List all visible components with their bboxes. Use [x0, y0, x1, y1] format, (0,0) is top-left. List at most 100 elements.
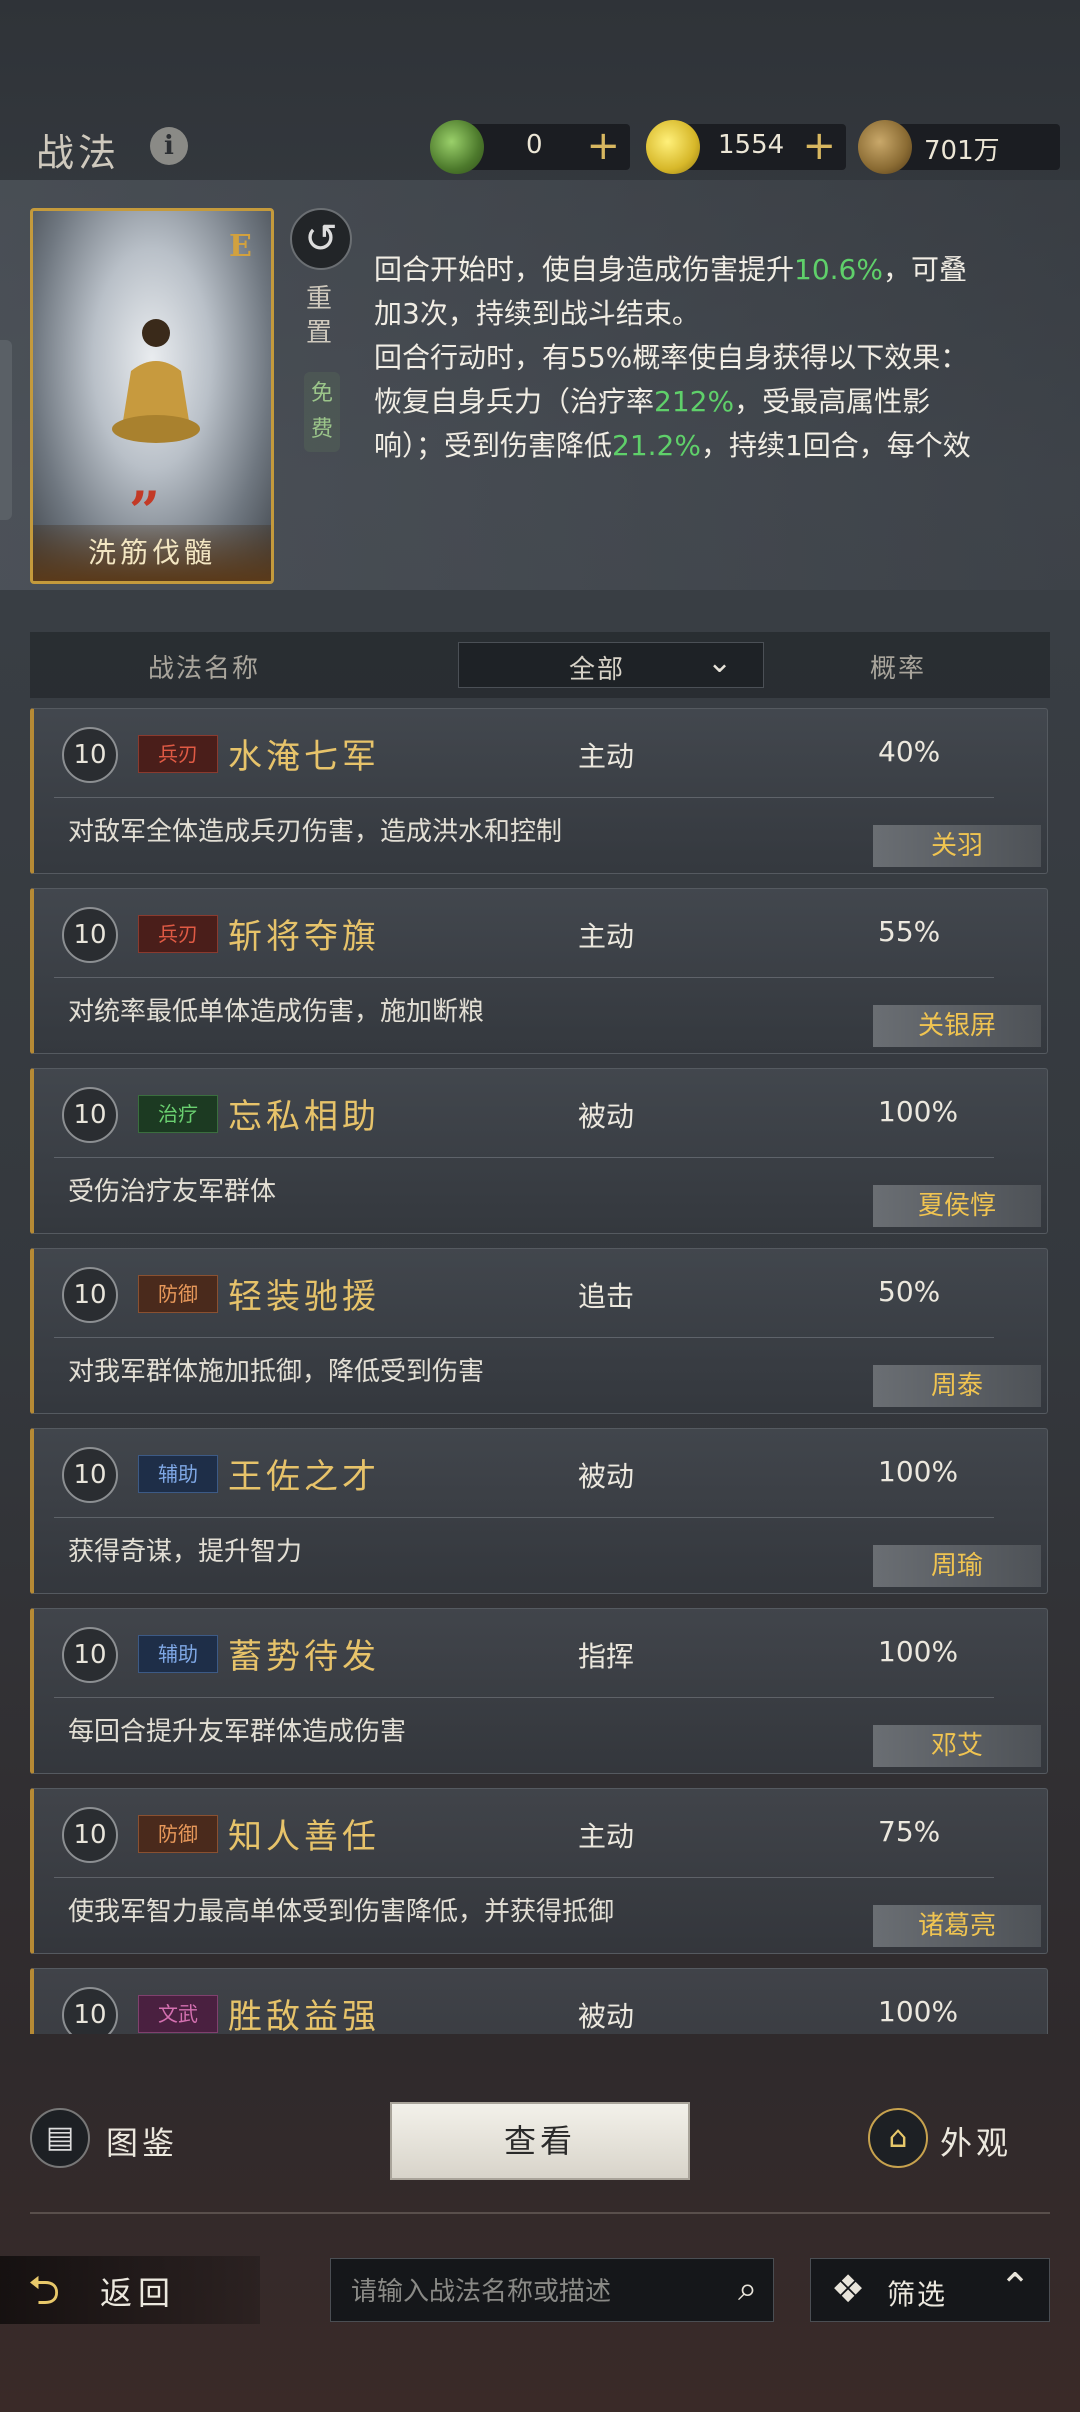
skill-type: 主动: [578, 1820, 635, 1853]
skill-row[interactable]: 10 治疗 忘私相助 被动 100% 受伤治疗友军群体 夏侯惇: [30, 1068, 1048, 1234]
skill-name: 忘私相助: [228, 1097, 380, 1137]
skill-row[interactable]: 10 防御 知人善任 主动 75% 使我军智力最高单体受到伤害降低，并获得抵御 诸葛亮: [30, 1788, 1048, 1954]
chevron-down-icon: ⌄: [707, 645, 733, 680]
atlas-icon[interactable]: ▤: [30, 2108, 90, 2168]
skill-rate: 100%: [878, 1455, 959, 1488]
skill-summary: 获得奇谋，提升智力: [68, 1537, 303, 1567]
add-jade-button[interactable]: +: [586, 124, 620, 168]
side-tab-handle[interactable]: [0, 340, 12, 520]
skill-summary: 受伤治疗友军群体: [68, 1177, 277, 1207]
skill-type: 主动: [578, 740, 635, 773]
skill-name: 王佐之才: [228, 1457, 380, 1497]
resource-value: 0: [526, 130, 543, 160]
skill-row[interactable]: 10 辅助 王佐之才 被动 100% 获得奇谋，提升智力 周瑜: [30, 1428, 1048, 1594]
back-arrow-icon: ⮌: [28, 2268, 61, 2314]
skill-category-tag: 辅助: [138, 1635, 218, 1673]
appearance-button[interactable]: 外观: [940, 2118, 1012, 2164]
back-button[interactable]: ⮌ 返回: [0, 2256, 260, 2324]
skill-level: 10: [62, 727, 118, 783]
pavilion-icon[interactable]: ⌂: [868, 2108, 928, 2168]
atlas-button[interactable]: 图鉴: [106, 2118, 178, 2164]
skill-type-badge: E: [229, 229, 252, 264]
skill-row[interactable]: 10 兵刃 斩将夺旗 主动 55% 对统率最低单体造成伤害，施加断粮 关银屏: [30, 888, 1048, 1054]
search-input[interactable]: [351, 2271, 711, 2311]
view-button[interactable]: 查看: [390, 2102, 690, 2180]
skill-summary: 每回合提升友军群体造成伤害: [68, 1717, 407, 1747]
add-gold-button[interactable]: +: [802, 124, 836, 168]
skill-name: 轻装驰援: [228, 1277, 380, 1317]
list-header: 战法名称 全部 ⌄ 概率: [30, 632, 1050, 698]
resource-value: 1554: [718, 130, 785, 160]
reset-label: 重置: [306, 284, 333, 348]
skill-owner-badge: 邓艾: [873, 1725, 1041, 1767]
resource-copper: 701万: [858, 120, 1060, 174]
skill-rate: 40%: [878, 735, 941, 768]
skill-card[interactable]: E ” 洗筋伐髓: [30, 208, 274, 584]
search-box[interactable]: ⌕: [330, 2258, 774, 2322]
skill-name: 蓄势待发: [228, 1637, 380, 1677]
meditating-figure-icon: [112, 319, 200, 443]
type-filter-dropdown[interactable]: 全部 ⌄: [458, 642, 764, 688]
skill-name: 斩将夺旗: [228, 917, 380, 957]
skill-category-tag: 防御: [138, 1275, 218, 1313]
jade-coin-icon: [430, 120, 484, 174]
filter-button[interactable]: ❖ 筛选 ⌃: [810, 2258, 1050, 2322]
skill-category-tag: 兵刃: [138, 915, 218, 953]
skill-category-tag: 兵刃: [138, 735, 218, 773]
skill-owner-badge: 夏侯惇: [873, 1185, 1041, 1227]
skill-name: 水淹七军: [228, 737, 380, 777]
filter-value: 全部: [569, 655, 626, 685]
skill-rate: 55%: [878, 915, 941, 948]
skill-rate: 100%: [878, 1635, 959, 1668]
skill-rate: 100%: [878, 1095, 959, 1128]
skill-rate: 75%: [878, 1815, 941, 1848]
skill-owner-badge: 关羽: [873, 825, 1041, 867]
search-icon[interactable]: ⌕: [738, 2269, 757, 2309]
skill-type: 被动: [578, 2000, 635, 2033]
column-skill-name: 战法名称: [148, 654, 261, 684]
divider: [54, 1877, 994, 1878]
skill-summary: 对统率最低单体造成伤害，施加断粮: [68, 997, 485, 1027]
page-title: 战法: [36, 131, 121, 175]
divider: [54, 797, 994, 798]
divider: [54, 1517, 994, 1518]
resource-gold: 1554 +: [646, 120, 846, 174]
skill-category-tag: 文武: [138, 1995, 218, 2033]
skill-type: 被动: [578, 1100, 635, 1133]
chevron-up-icon: ⌃: [999, 2265, 1031, 2309]
back-label: 返回: [100, 2274, 177, 2312]
skill-type: 主动: [578, 920, 635, 953]
skill-level: 10: [62, 1627, 118, 1683]
skill-summary: 对我军群体施加抵御，降低受到伤害: [68, 1357, 485, 1387]
skill-description: 回合开始时，使自身造成伤害提升10.6%，可叠加3次，持续到战斗结束。 回合行动…: [374, 253, 971, 462]
skill-owner-badge: 诸葛亮: [873, 1905, 1041, 1947]
skill-list[interactable]: 10 兵刃 水淹七军 主动 40% 对敌军全体造成兵刃伤害，造成洪水和控制 关羽 10 兵刃 斩将…: [30, 708, 1050, 2034]
divider: [54, 1697, 994, 1698]
skill-owner-badge: 关银屏: [873, 1005, 1041, 1047]
skill-category-tag: 防御: [138, 1815, 218, 1853]
skill-category-tag: 辅助: [138, 1455, 218, 1493]
skill-owner-badge: 周瑜: [873, 1545, 1041, 1587]
resource-value: 701万: [924, 136, 1000, 166]
skill-level: 10: [62, 907, 118, 963]
divider: [54, 977, 994, 978]
skill-category-tag: 治疗: [138, 1095, 218, 1133]
divider: [30, 2212, 1050, 2214]
reset-button[interactable]: ↺: [290, 208, 352, 270]
skill-row[interactable]: 10 兵刃 水淹七军 主动 40% 对敌军全体造成兵刃伤害，造成洪水和控制 关羽: [30, 708, 1048, 874]
skill-row[interactable]: 10 文武 胜敌益强 被动 100%: [30, 1968, 1048, 2034]
divider: [54, 1157, 994, 1158]
skill-rate: 100%: [878, 1995, 959, 2028]
skill-level: 10: [62, 1267, 118, 1323]
skill-level: 10: [62, 1987, 118, 2034]
free-badge: 免费: [304, 372, 340, 452]
skill-name: 知人善任: [228, 1817, 380, 1857]
skill-row[interactable]: 10 防御 轻装驰援 追击 50% 对我军群体施加抵御，降低受到伤害 周泰: [30, 1248, 1048, 1414]
skill-type: 被动: [578, 1460, 635, 1493]
info-icon[interactable]: i: [150, 127, 188, 165]
skill-summary: 使我军智力最高单体受到伤害降低，并获得抵御: [68, 1897, 615, 1927]
gold-coin-icon: [646, 120, 700, 174]
filter-label: 筛选: [887, 2278, 948, 2311]
skill-row[interactable]: 10 辅助 蓄势待发 指挥 100% 每回合提升友军群体造成伤害 邓艾: [30, 1608, 1048, 1774]
skill-summary: 对敌军全体造成兵刃伤害，造成洪水和控制: [68, 817, 563, 847]
